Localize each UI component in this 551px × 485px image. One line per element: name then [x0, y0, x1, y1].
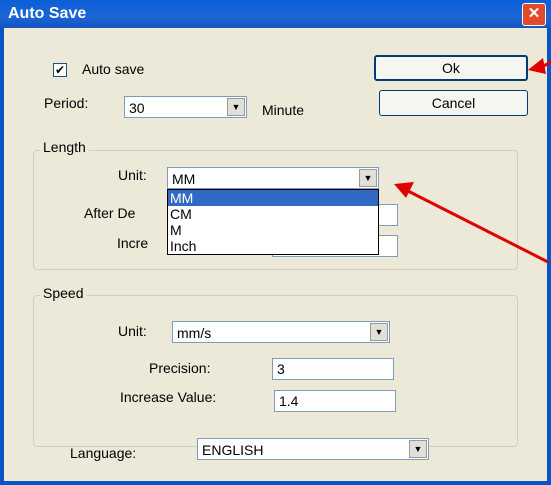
cancel-button[interactable]: Cancel: [379, 90, 528, 116]
precision-field[interactable]: 3: [272, 358, 394, 380]
speed-group-label: Speed: [40, 285, 87, 301]
ok-button[interactable]: Ok: [374, 55, 528, 81]
language-label: Language:: [70, 445, 137, 461]
list-item[interactable]: Inch: [168, 238, 378, 254]
period-label: Period:: [44, 95, 89, 111]
close-icon[interactable]: ✕: [522, 3, 546, 26]
chevron-down-icon[interactable]: ▼: [370, 323, 388, 341]
list-item[interactable]: M: [168, 222, 378, 238]
speed-unit-select[interactable]: mm/s ▼: [172, 321, 390, 343]
language-value: ENGLISH: [202, 442, 264, 458]
auto-save-label: Auto save: [82, 61, 145, 77]
precision-label: Precision:: [149, 360, 211, 376]
length-unit-dropdown-list: MM CM M Inch: [167, 189, 379, 255]
title-bar: Auto Save ✕: [0, 0, 551, 28]
speed-unit-value: mm/s: [177, 325, 212, 341]
window-title: Auto Save: [8, 5, 87, 22]
speed-unit-label: Unit:: [118, 323, 147, 339]
length-unit-label: Unit:: [118, 167, 147, 183]
length-increase-label: Incre: [117, 235, 149, 251]
length-group-label: Length: [40, 139, 89, 155]
auto-save-checkbox[interactable]: ✔: [53, 63, 67, 77]
length-unit-value: MM: [172, 171, 196, 187]
window-frame: ✔ Auto save Period: 30 ▼ Minute Ok Cance…: [0, 28, 551, 485]
chevron-down-icon[interactable]: ▼: [227, 98, 245, 116]
after-decimal-label: After De: [84, 205, 136, 221]
period-value: 30: [129, 100, 145, 116]
list-item[interactable]: CM: [168, 206, 378, 222]
speed-increase-field[interactable]: 1.4: [274, 390, 396, 412]
dialog-body: ✔ Auto save Period: 30 ▼ Minute Ok Cance…: [4, 28, 547, 481]
period-select[interactable]: 30 ▼: [124, 96, 247, 118]
period-unit-label: Minute: [262, 102, 305, 118]
chevron-down-icon[interactable]: ▼: [409, 440, 427, 458]
language-select[interactable]: ENGLISH ▼: [197, 438, 429, 460]
speed-increase-label: Increase Value:: [120, 389, 217, 405]
chevron-down-icon[interactable]: ▼: [359, 169, 377, 187]
length-unit-select[interactable]: MM ▼: [167, 167, 379, 189]
list-item[interactable]: MM: [168, 190, 378, 206]
